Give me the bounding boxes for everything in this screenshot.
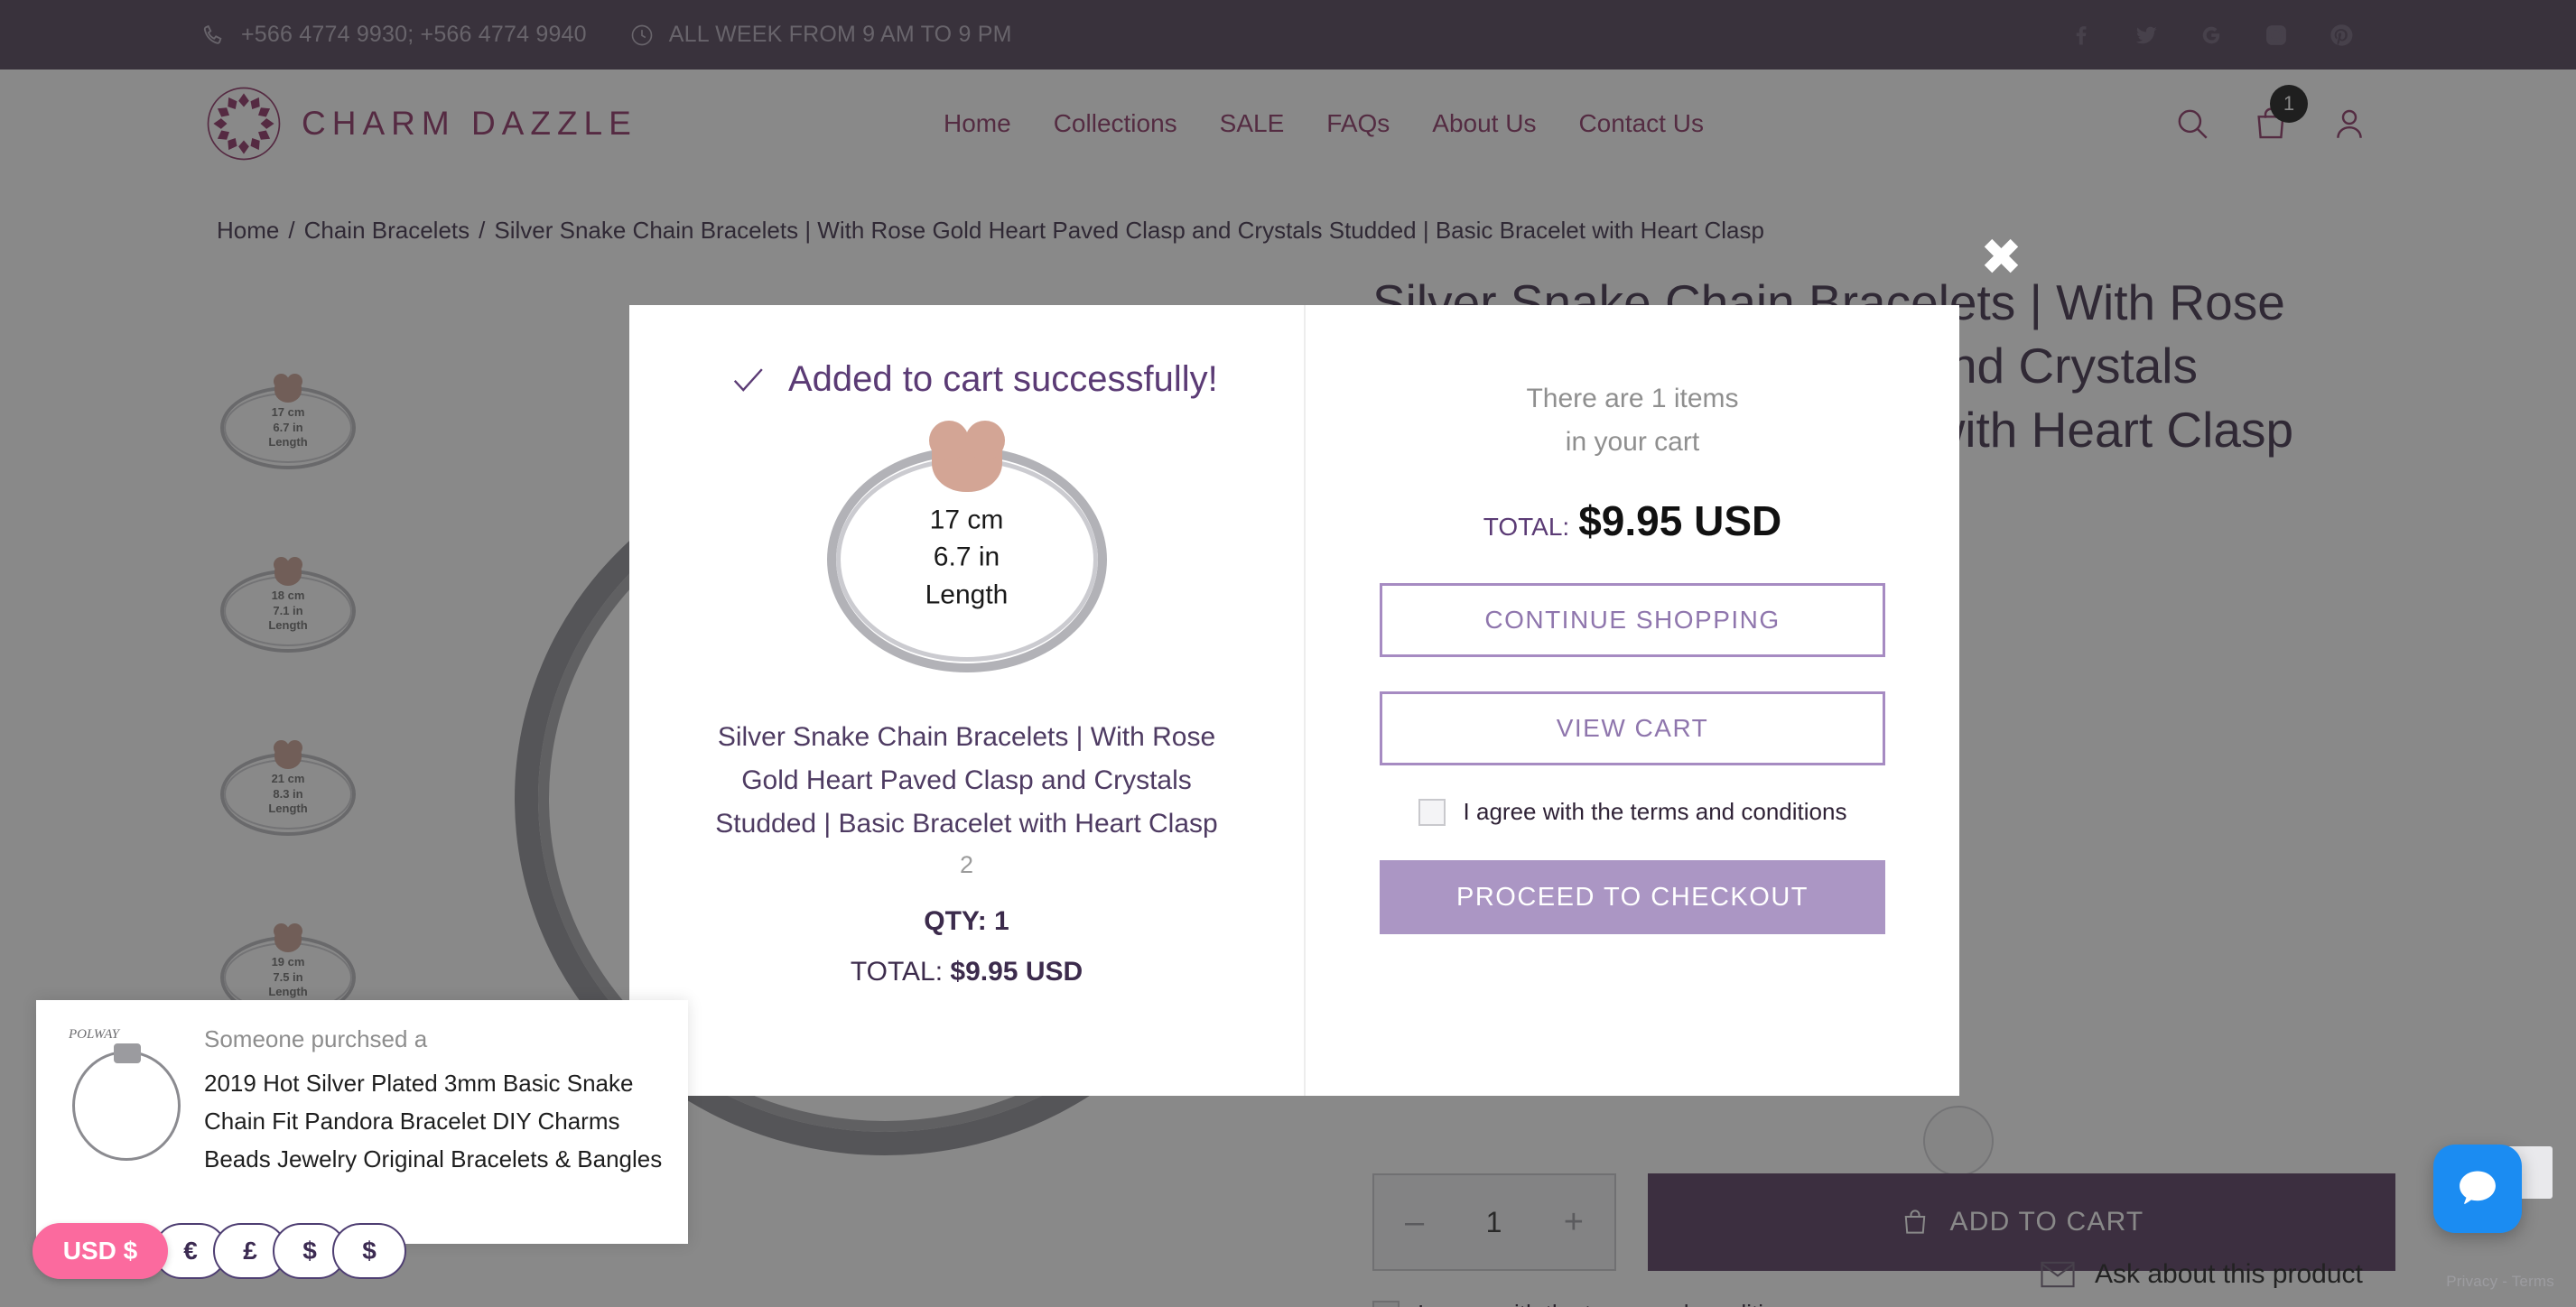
heart-clasp-icon <box>928 421 1005 492</box>
modal-product-panel: Added to cart successfully! 17 cm 6.7 in… <box>629 305 1306 1096</box>
chat-button[interactable] <box>2433 1145 2522 1233</box>
toast-product-title[interactable]: 2019 Hot Silver Plated 3mm Basic Snake C… <box>204 1064 665 1178</box>
modal-product-image: 17 cm 6.7 in Length <box>826 421 1107 672</box>
cart-total-row: TOTAL: $9.95 USD <box>1483 496 1781 545</box>
modal-cart-panel: There are 1 items in your cart TOTAL: $9… <box>1306 305 1959 1096</box>
currency-switcher: USD $ € £ $ $ <box>33 1223 406 1279</box>
currency-option-dollar-4[interactable]: $ <box>332 1223 406 1279</box>
modal-image-size-in: 6.7 in <box>933 542 1000 572</box>
toast-product-brand: POLWAY <box>69 1027 119 1042</box>
cart-items-count-line1: There are 1 items <box>1526 384 1739 413</box>
modal-product-name[interactable]: Silver Snake Chain Bracelets | With Rose… <box>714 716 1220 846</box>
modal-terms-row[interactable]: I agree with the terms and conditions <box>1418 798 1847 826</box>
check-icon <box>730 363 765 397</box>
cart-items-count: There are 1 items in your cart <box>1526 377 1738 464</box>
modal-product-qty: QTY: 1 <box>924 906 1009 936</box>
modal-terms-checkbox[interactable] <box>1418 798 1446 826</box>
cart-total-label: TOTAL: <box>1483 513 1570 541</box>
success-message: Added to cart successfully! <box>788 359 1218 399</box>
close-icon[interactable]: ✖ <box>1980 232 2023 283</box>
modal-product-variant: 2 <box>959 851 974 878</box>
currency-option-usd[interactable]: USD $ <box>33 1223 168 1279</box>
modal-product-total-label: TOTAL: <box>850 957 944 987</box>
toast-body: Someone purchsed a 2019 Hot Silver Plate… <box>204 1020 665 1178</box>
added-to-cart-modal: Added to cart successfully! 17 cm 6.7 in… <box>629 305 1959 1096</box>
toast-subtitle: Someone purchsed a <box>204 1025 428 1052</box>
recaptcha-text: Privacy - Terms <box>2446 1273 2554 1290</box>
modal-product-total: TOTAL: $9.95 USD <box>851 957 1083 987</box>
continue-shopping-button[interactable]: CONTINUE SHOPPING <box>1380 583 1885 657</box>
proceed-to-checkout-button[interactable]: PROCEED TO CHECKOUT <box>1380 860 1885 934</box>
success-message-row: Added to cart successfully! <box>730 359 1218 400</box>
recent-purchase-toast[interactable]: POLWAY Someone purchsed a 2019 Hot Silve… <box>36 1000 688 1244</box>
cart-total-amount: $9.95 USD <box>1578 497 1782 544</box>
view-cart-button[interactable]: VIEW CART <box>1380 691 1885 765</box>
modal-image-size-word: Length <box>925 579 1009 610</box>
modal-image-size-cm: 17 cm <box>929 505 1004 535</box>
cart-items-count-line2: in your cart <box>1565 427 1700 457</box>
chat-bubble-icon <box>2460 1171 2496 1204</box>
page-root: +566 4774 9930; +566 4774 9940 ALL WEEK … <box>0 0 2576 1307</box>
modal-terms-label: I agree with the terms and conditions <box>1463 798 1847 825</box>
modal-product-total-value: $9.95 USD <box>950 957 1083 987</box>
toast-product-image: POLWAY <box>60 1027 195 1172</box>
